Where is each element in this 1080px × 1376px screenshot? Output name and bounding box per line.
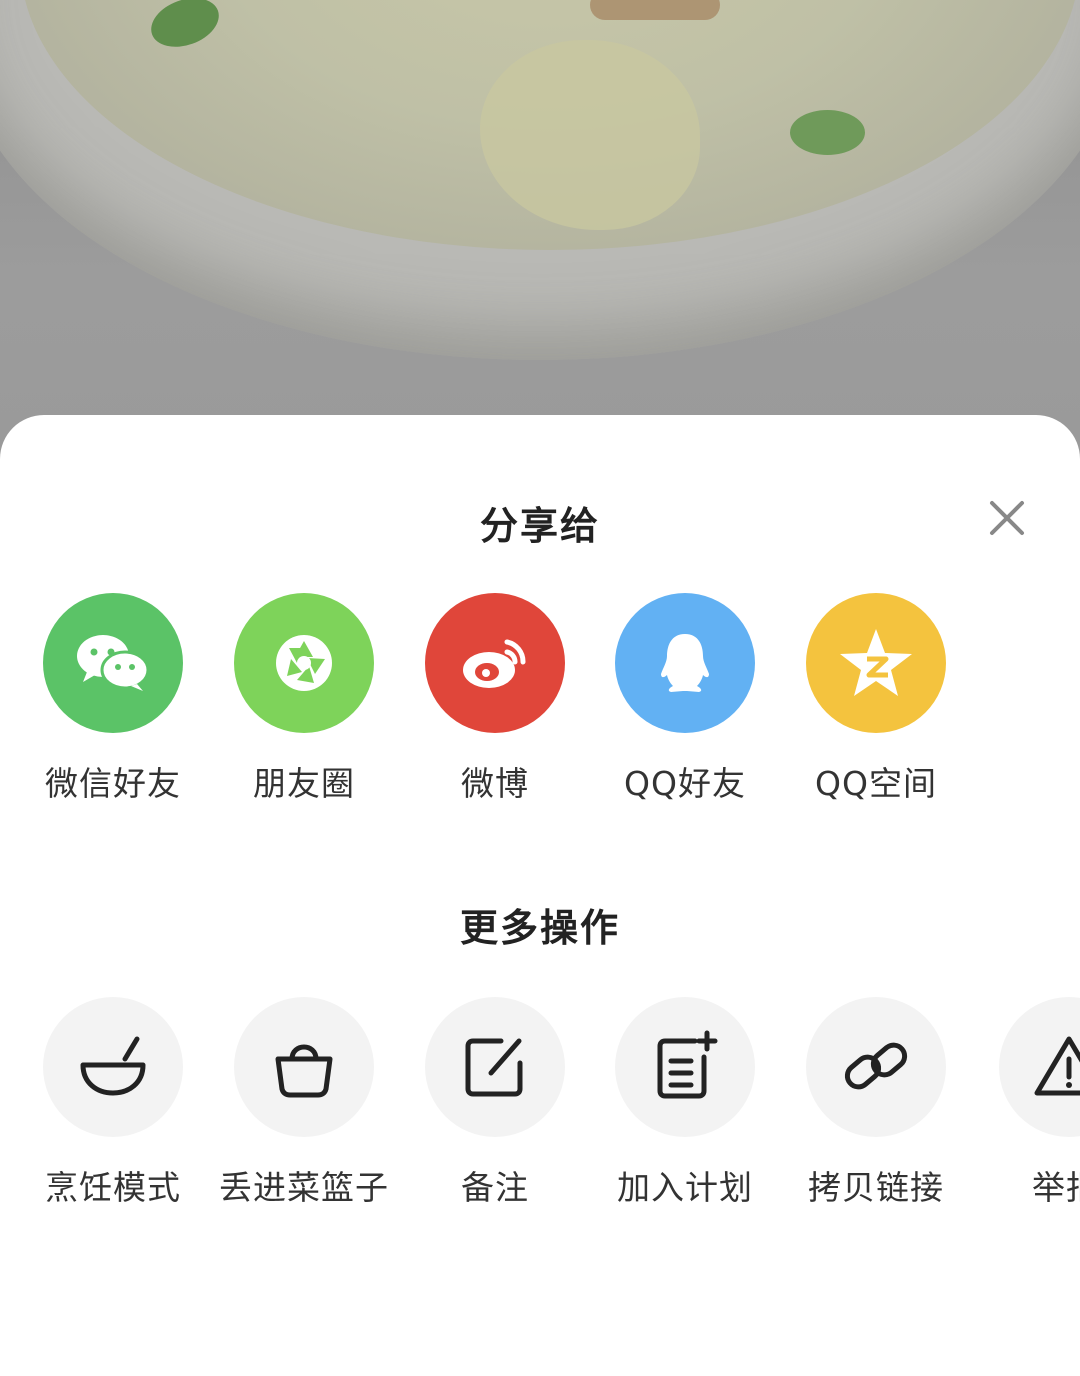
edit-note-icon [425,997,565,1137]
weibo-icon [425,593,565,733]
close-icon [990,501,1024,535]
share-sheet-title: 分享给 [479,504,600,548]
share-weibo-label: 微博 [461,764,529,803]
add-plan-label: 加入计划 [617,1168,753,1207]
close-button[interactable] [982,493,1032,543]
link-icon [806,997,946,1137]
report-label: 举报 [1032,1168,1080,1207]
share-qzone-label: QQ空间 [815,764,937,803]
note-button[interactable]: 备注 [400,997,590,1209]
warning-icon [999,997,1080,1137]
report-button[interactable]: 举报 [972,997,1080,1209]
more-actions-title: 更多操作 [459,906,620,950]
basket-icon [234,997,374,1137]
share-wechat-friend-label: 微信好友 [45,764,181,803]
share-qq-friend[interactable]: QQ好友 [590,593,780,805]
note-label: 备注 [461,1168,529,1207]
add-to-basket-button[interactable]: 丢进菜篮子 [209,997,399,1209]
copy-link-label: 拷贝链接 [808,1168,944,1207]
carrot-shape [590,0,720,20]
add-plan-button[interactable]: 加入计划 [590,997,780,1209]
add-to-basket-label: 丢进菜篮子 [219,1168,389,1207]
scallion-shape [790,110,865,155]
copy-link-button[interactable]: 拷贝链接 [781,997,971,1209]
cooking-mode-button[interactable]: 烹饪模式 [18,997,208,1209]
share-weibo[interactable]: 微博 [400,593,590,805]
share-moments[interactable]: 朋友圈 [209,593,399,805]
moments-icon [234,593,374,733]
add-plan-icon [615,997,755,1137]
cooking-mode-label: 烹饪模式 [45,1168,181,1207]
share-qq-friend-label: QQ好友 [624,764,746,803]
background-food-image [0,0,1080,460]
wechat-icon [43,593,183,733]
share-sheet: 分享给 微信好友 朋友圈 微博 QQ好友 QQ空间 更多操作 烹饪模式 丢进菜篮… [0,415,1080,1376]
qzone-icon [806,593,946,733]
share-moments-label: 朋友圈 [253,764,355,803]
bowl-icon [43,997,183,1137]
share-qzone[interactable]: QQ空间 [781,593,971,805]
share-wechat-friend[interactable]: 微信好友 [18,593,208,805]
qq-icon [615,593,755,733]
